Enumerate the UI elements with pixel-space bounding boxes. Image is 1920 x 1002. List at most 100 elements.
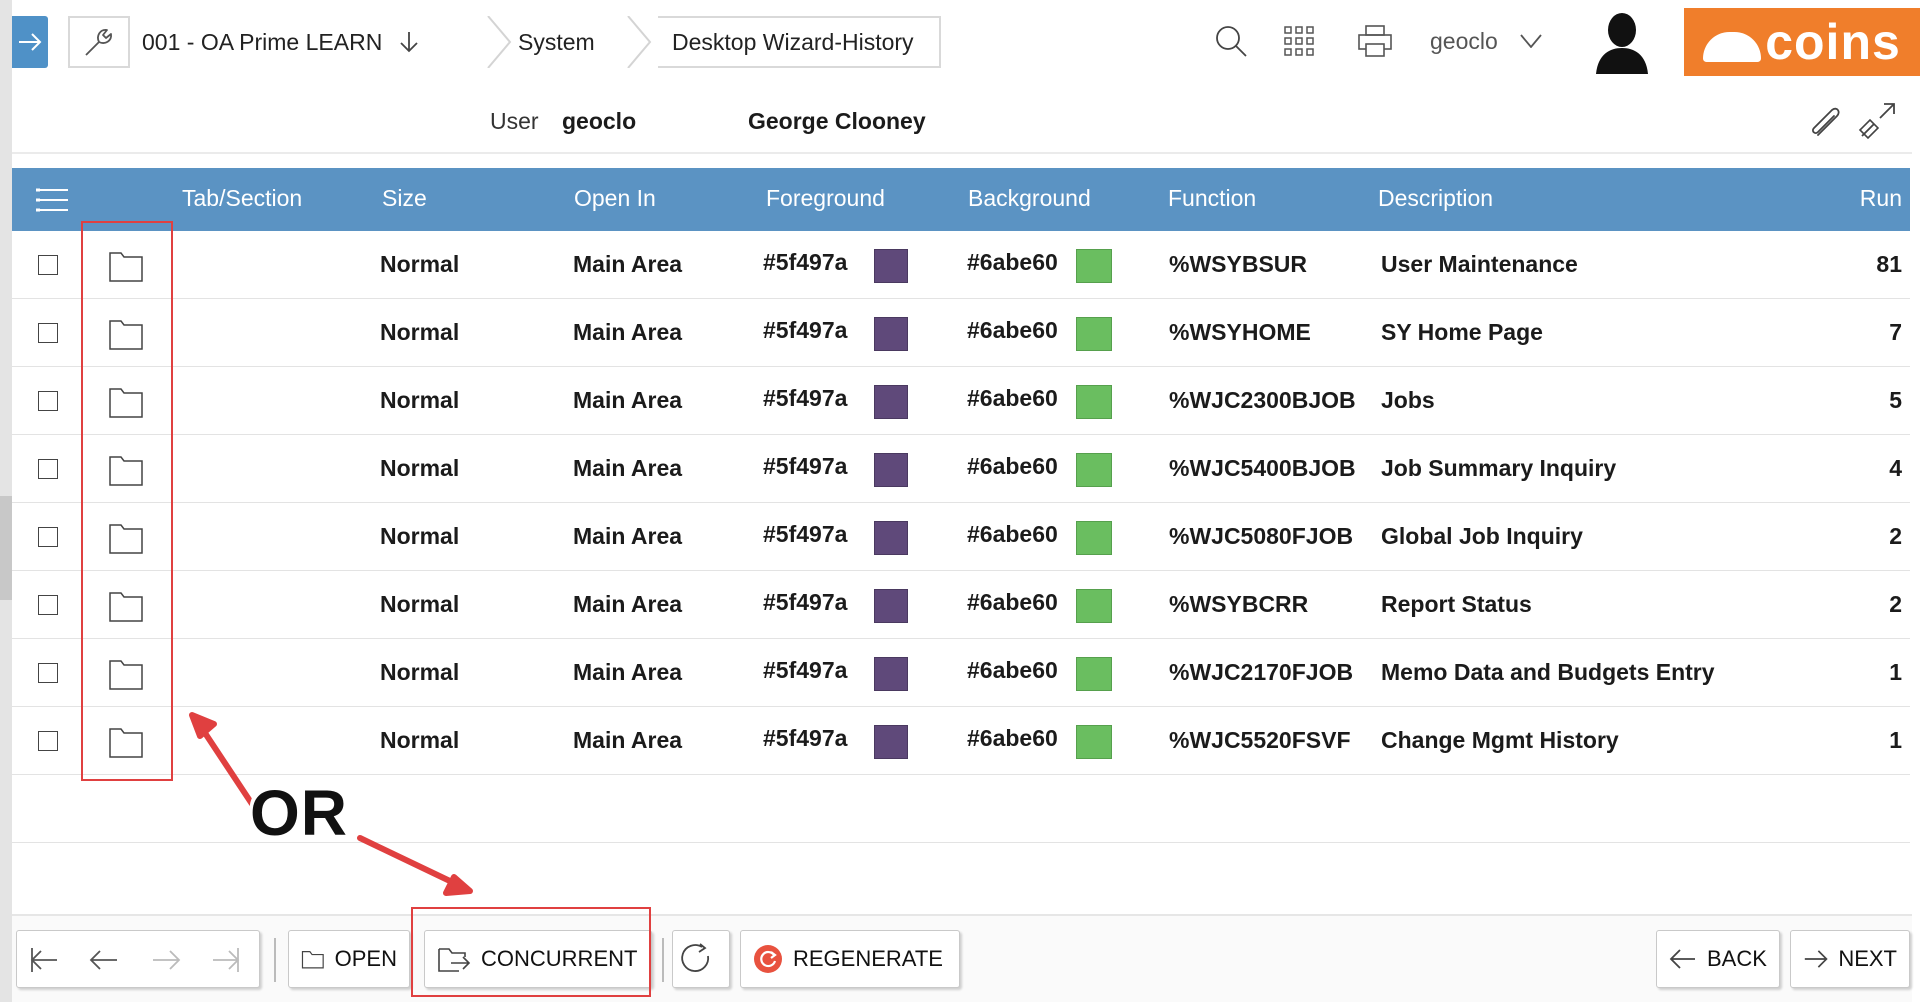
table-row[interactable]: Normal Main Area #5f497a #6abe60 %WJC2300BJO…: [12, 367, 1910, 435]
cell-description: Global Job Inquiry: [1381, 523, 1583, 549]
print-button[interactable]: [1354, 20, 1396, 62]
column-header-description[interactable]: Description: [1378, 185, 1493, 212]
row-checkbox[interactable]: [38, 595, 58, 615]
breadcrumb-current-page: Desktop Wizard-History: [658, 16, 941, 68]
cell-function: %WJC5080FJOB: [1169, 523, 1354, 549]
cell-foreground: #5f497a: [763, 317, 848, 343]
previous-record-icon[interactable]: [89, 945, 119, 975]
back-button[interactable]: BACK: [1656, 930, 1780, 988]
apps-grid-icon: [1284, 26, 1314, 56]
first-record-icon[interactable]: [29, 945, 59, 975]
cell-run-count: 5: [1889, 387, 1902, 413]
row-checkbox[interactable]: [38, 459, 58, 479]
cell-description: User Maintenance: [1381, 251, 1578, 277]
table-row[interactable]: Normal Main Area #5f497a #6abe60 %WJC5400BJO…: [12, 435, 1910, 503]
breadcrumb-company[interactable]: 001 - OA Prime LEARN: [142, 16, 482, 68]
open-button[interactable]: OPEN: [288, 930, 410, 988]
breadcrumb-system[interactable]: System: [518, 16, 628, 68]
breadcrumb-system-label: System: [518, 28, 595, 55]
cell-function: %WSYBCRR: [1169, 591, 1309, 617]
grid-body: Normal Main Area #5f497a #6abe60 %WSYBSUR Use…: [12, 231, 1910, 843]
regenerate-button-label: REGENERATE: [793, 946, 943, 971]
table-row[interactable]: Normal Main Area #5f497a #6abe60 %WJC5080FJO…: [12, 503, 1910, 571]
user-code: geoclo: [562, 108, 637, 134]
cell-description: Memo Data and Budgets Entry: [1381, 659, 1715, 685]
paperclip-icon[interactable]: [1806, 102, 1844, 140]
column-header-open-in[interactable]: Open In: [574, 185, 656, 212]
folder-icon: [301, 951, 324, 969]
cell-size: Normal: [380, 659, 460, 685]
foreground-swatch: [874, 385, 908, 419]
next-record-icon[interactable]: [151, 945, 181, 975]
next-button[interactable]: NEXT: [1790, 930, 1910, 988]
background-swatch: [1076, 521, 1112, 555]
column-menu-icon[interactable]: [34, 186, 70, 214]
background-swatch: [1076, 317, 1112, 351]
apps-grid-button[interactable]: [1278, 20, 1320, 62]
nav-toggle-button[interactable]: [12, 16, 48, 68]
row-checkbox[interactable]: [38, 255, 58, 275]
cell-description: Change Mgmt History: [1381, 727, 1619, 753]
arrow-right-icon: [19, 33, 42, 51]
breadcrumb-separator-icon: [487, 16, 512, 68]
column-header-tab-section[interactable]: Tab/Section: [182, 185, 302, 212]
table-row[interactable]: Normal Main Area #5f497a #6abe60 %WJC5520FSV…: [12, 707, 1910, 775]
top-bar: 001 - OA Prime LEARN System Desktop Wiza…: [12, 0, 1920, 84]
cell-run-count: 81: [1876, 251, 1902, 277]
row-checkbox[interactable]: [38, 391, 58, 411]
column-header-foreground[interactable]: Foreground: [766, 185, 885, 212]
column-header-background[interactable]: Background: [968, 185, 1091, 212]
cell-open-in: Main Area: [573, 319, 683, 345]
background-swatch: [1076, 249, 1112, 283]
cell-size: Normal: [380, 387, 460, 413]
user-menu[interactable]: geoclo: [1430, 20, 1542, 62]
next-button-label: NEXT: [1838, 946, 1897, 971]
expand-icon[interactable]: [1856, 100, 1898, 142]
left-edge-strip: [0, 0, 12, 1002]
column-header-function[interactable]: Function: [1168, 185, 1256, 212]
refresh-icon: [681, 943, 710, 972]
cell-foreground: #5f497a: [763, 521, 848, 547]
background-swatch: [1076, 725, 1112, 759]
table-row[interactable]: Normal Main Area #5f497a #6abe60 %WSYBCRR Rep…: [12, 571, 1910, 639]
chevron-down-icon: [1520, 34, 1542, 48]
foreground-swatch: [874, 317, 908, 351]
avatar[interactable]: [1592, 10, 1652, 74]
cell-open-in: Main Area: [573, 523, 683, 549]
annotation-highlight-folders: [81, 221, 173, 781]
cell-foreground: #5f497a: [763, 453, 848, 479]
row-checkbox[interactable]: [38, 323, 58, 343]
breadcrumb-current-label: Desktop Wizard-History: [672, 28, 914, 55]
cell-run-count: 2: [1889, 591, 1902, 617]
table-row[interactable]: Normal Main Area #5f497a #6abe60 %WSYHOME SY …: [12, 299, 1910, 367]
open-button-label: OPEN: [334, 946, 397, 971]
cell-foreground: #5f497a: [763, 385, 848, 411]
cell-size: Normal: [380, 251, 460, 277]
row-checkbox[interactable]: [38, 731, 58, 751]
arrow-down-icon: [400, 32, 418, 53]
search-button[interactable]: [1210, 20, 1252, 62]
row-checkbox[interactable]: [38, 527, 58, 547]
table-row[interactable]: Normal Main Area #5f497a #6abe60 %WSYBSUR Use…: [12, 231, 1910, 299]
wrench-button[interactable]: [68, 16, 130, 68]
last-record-icon[interactable]: [211, 945, 241, 975]
cell-background: #6abe60: [967, 317, 1058, 343]
background-swatch: [1076, 453, 1112, 487]
cell-foreground: #5f497a: [763, 249, 848, 275]
table-row[interactable]: Normal Main Area #5f497a #6abe60 %WJC2170FJO…: [12, 639, 1910, 707]
regenerate-button[interactable]: REGENERATE: [740, 930, 960, 988]
cell-function: %WJC5520FSVF: [1169, 727, 1351, 753]
cell-open-in: Main Area: [573, 251, 683, 277]
column-header-size[interactable]: Size: [382, 185, 427, 212]
coins-logo: coins: [1684, 8, 1920, 76]
cell-size: Normal: [380, 727, 460, 753]
cell-background: #6abe60: [967, 453, 1058, 479]
column-header-run[interactable]: Run: [1860, 185, 1902, 212]
row-checkbox[interactable]: [38, 663, 58, 683]
breadcrumb-company-label: 001 - OA Prime LEARN: [142, 28, 383, 55]
brand-name: coins: [1765, 14, 1901, 70]
refresh-button[interactable]: [672, 930, 730, 988]
cell-size: Normal: [380, 523, 460, 549]
record-navigation-group: [16, 930, 260, 988]
bottom-toolbar: OPEN CONCURRENT REGENERATE BACK NEXT: [12, 914, 1912, 1002]
